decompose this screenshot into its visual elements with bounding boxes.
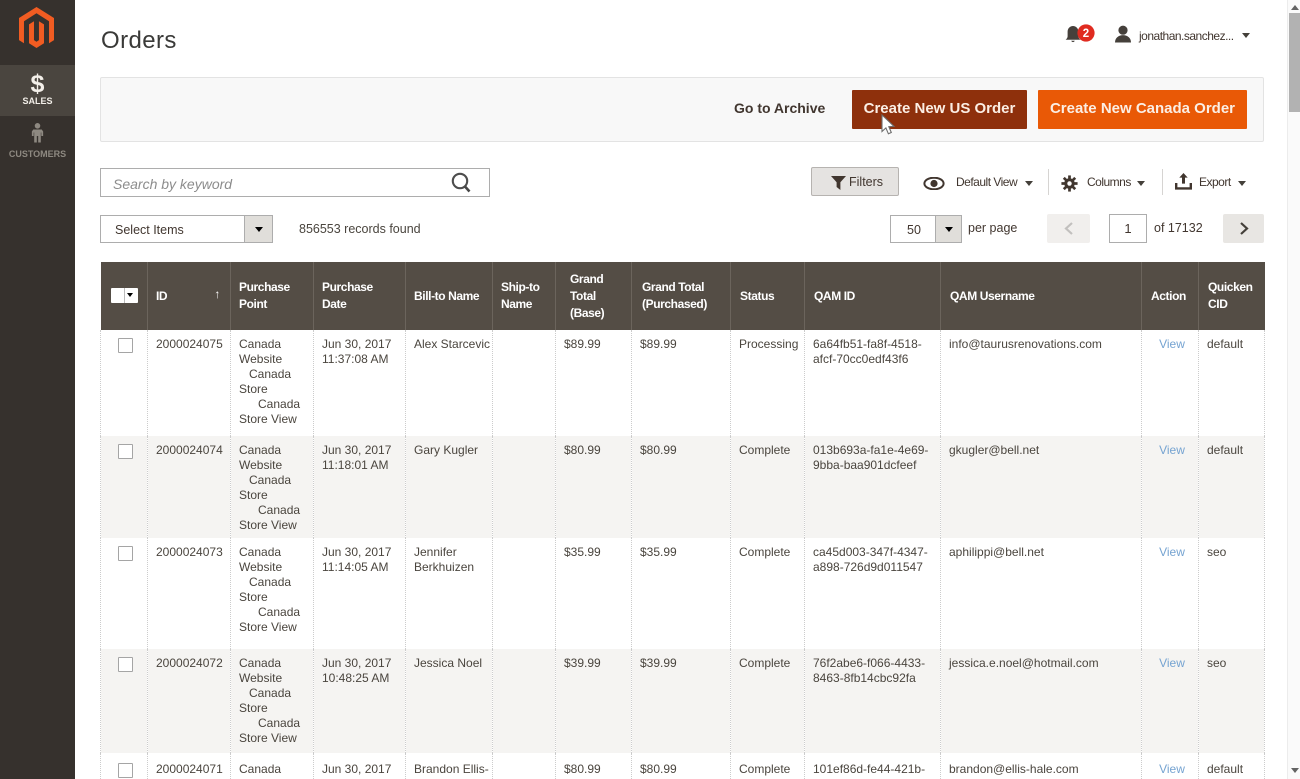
svg-text:2: 2 — [1083, 28, 1089, 40]
